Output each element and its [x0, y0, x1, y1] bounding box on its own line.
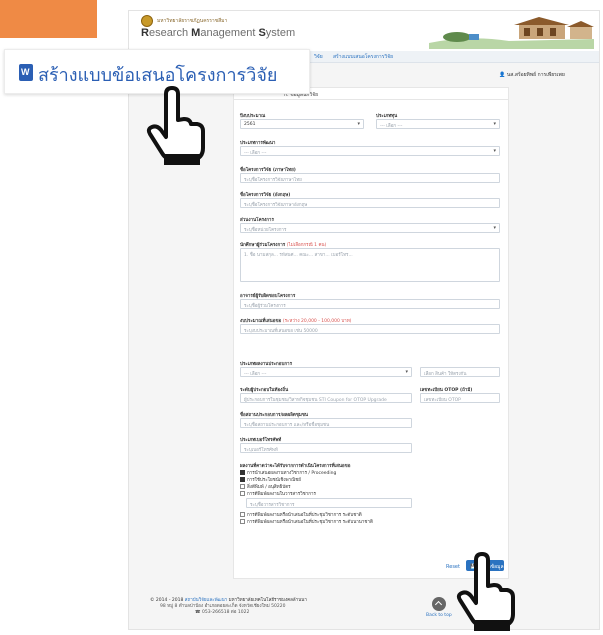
- otop-label: เลขทะเบียน OTOP (ถ้ามี): [420, 388, 473, 393]
- budget-input[interactable]: ระบุงบประมาณที่เสนอขอ เช่น 50000: [240, 324, 500, 334]
- pointing-hand-icon: [146, 86, 205, 165]
- entrepreneur-input[interactable]: ระบุชื่อสถานประกอบการ และ/หรือชื่อชุมชน: [240, 418, 412, 428]
- expected-output-label: ผลงานที่คาดว่าจะได้รับจากการดำเนินโครงกา…: [240, 464, 351, 469]
- checkbox-empty-icon: [240, 512, 245, 517]
- word-document-icon: W: [19, 64, 33, 81]
- project-name-en-label: ชื่อโครงการวิจัย (อังกฤษ): [240, 193, 291, 198]
- screenshot-root: มหาวิทยาลัยราชภัฏนครราชสีมา Research Man…: [0, 0, 603, 635]
- university-name: มหาวิทยาลัยราชภัฏนครราชสีมา: [157, 18, 228, 24]
- checkbox-checked-icon: [240, 470, 245, 475]
- fund-type-select[interactable]: --- เลือก ---: [376, 119, 500, 129]
- advisor-label: อาจารย์ผู้รับผิดชอบโครงการ: [240, 294, 296, 299]
- checkbox-checked-icon: [240, 477, 245, 482]
- checkbox-empty-icon: [240, 519, 245, 524]
- breadcrumb-item-create-proposal[interactable]: สร้างแบบเสนอโครงการวิจัย: [333, 53, 393, 61]
- user-icon: 👤: [499, 72, 506, 78]
- back-to-top-link[interactable]: Back to top: [426, 613, 452, 618]
- logged-in-user[interactable]: 👤 นส.สร้อยทิพย์ การเพียรเพย: [499, 71, 565, 79]
- output-checkbox-commercial[interactable]: การใช้ประโยชน์เชิงพาณิชย์: [240, 476, 301, 483]
- project-name-th-input[interactable]: ระบุชื่อโครงการวิจัยภาษาไทย: [240, 173, 500, 183]
- community-label: ระดับผู้ประกอบในท้องถิ่น: [240, 388, 289, 393]
- site-header: มหาวิทยาลัยราชภัฏนครราชสีมา Research Man…: [129, 11, 599, 51]
- temple-banner-image: [429, 13, 594, 49]
- system-name[interactable]: Research Management System: [141, 27, 295, 39]
- orange-accent-block: [0, 0, 97, 38]
- checkbox-empty-icon: [240, 484, 245, 489]
- project-name-en-input[interactable]: ระบุชื่อโครงการวิจัยภาษาอังกฤษ: [240, 198, 500, 208]
- budget-label: งบประมาณที่เสนอขอ (ระหว่าง 20,000 - 100,…: [240, 319, 352, 324]
- research-type-select[interactable]: --- เลือก ---: [240, 146, 500, 156]
- pointing-hand-icon-save: [456, 552, 515, 631]
- unit-select[interactable]: ระบุชื่อหน่วยโครงการ: [240, 223, 500, 233]
- entrepreneur-label: ชื่อสถานประกอบการ/ผลผลิตชุมชน: [240, 413, 308, 418]
- footer-phone: ☎ 053-266518 ต่อ 1022: [195, 610, 250, 615]
- university-logo-icon: [141, 15, 153, 27]
- community-input[interactable]: ผู้ประกอบการในชุมชน/วิสาหกิจชุมชน STI Co…: [240, 393, 412, 403]
- phone-input[interactable]: ระบุเบอร์โทรศัพท์: [240, 443, 412, 453]
- unit-label: ส่วนงานโครงการ: [240, 218, 274, 223]
- fund-type-label: ประเภททุน: [376, 114, 398, 119]
- output-checkbox-national[interactable]: การตีพิมพ์ผลงานหรือนำเสนอในที่ประชุมวิชา…: [240, 511, 362, 518]
- back-to-top-icon[interactable]: [432, 597, 446, 611]
- output-checkbox-international[interactable]: การตีพิมพ์ผลงานหรือนำเสนอในที่ประชุมวิชา…: [240, 518, 373, 525]
- otop-input[interactable]: เลขทะเบียน OTOP: [420, 393, 500, 403]
- proposal-form: ก. ข้อมูลนักวิจัย ปีงบประมาณ 2561 ประเภท…: [233, 87, 509, 579]
- coresearcher-label: นักศึกษาผู้ร่วมโครงการ (ไม่เลือกกรณี 1 ค…: [240, 243, 327, 248]
- checkbox-empty-icon: [240, 491, 245, 496]
- product-type-label: ประเภทผลงานประกอบการ: [240, 362, 292, 367]
- breadcrumb-item-research[interactable]: วิจัย: [314, 53, 323, 61]
- page-title: สร้างแบบข้อเสนอโครงการวิจัย: [38, 65, 278, 86]
- research-type-label: ประเภทการพัฒนา: [240, 141, 276, 146]
- project-name-th-label: ชื่อโครงการวิจัย (ภาษาไทย): [240, 168, 296, 173]
- coresearcher-textarea[interactable]: 1. ชื่อ นามสกุล... รหัสนศ... คณะ... สาขา…: [240, 248, 500, 282]
- product-search-input[interactable]: เลือก สินค้า ให้ตรงกัน: [420, 367, 500, 377]
- product-type-select[interactable]: --- เลือก ---: [240, 367, 412, 377]
- output-checkbox-proceeding[interactable]: การนำเสนอผลงานทางวิชาการ / Proceeding: [240, 469, 336, 476]
- advisor-input[interactable]: ระบุชื่อผู้ร่วมโครงการ: [240, 299, 500, 309]
- phone-label: ประเภทเบอร์โทรศัพท์: [240, 438, 282, 443]
- output-checkbox-journal[interactable]: การตีพิมพ์ผลงานในวารสารวิชาการ: [240, 490, 316, 497]
- journal-name-input[interactable]: ระบุชื่อวารสารวิชาการ: [246, 498, 412, 508]
- output-checkbox-patent[interactable]: สิ่งตีพิมพ์ / อนุสิทธิบัตร: [240, 483, 291, 490]
- fiscal-year-label: ปีงบประมาณ: [240, 114, 266, 119]
- fiscal-year-select[interactable]: 2561: [240, 119, 364, 129]
